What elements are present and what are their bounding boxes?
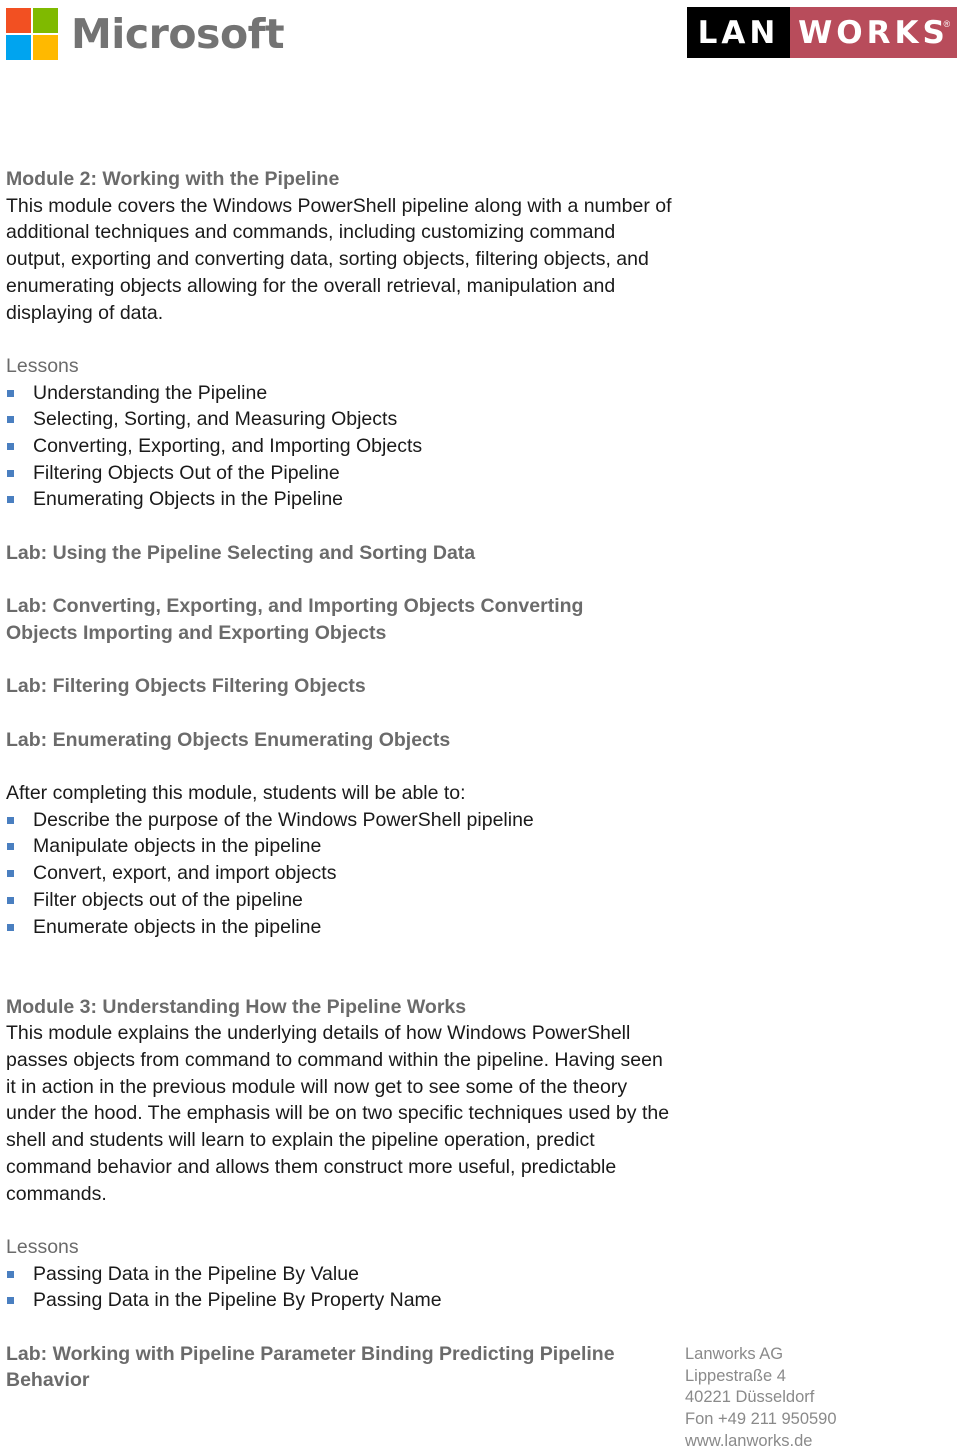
module3-lessons-label: Lessons bbox=[6, 1235, 79, 1258]
module2-description: This module covers the Windows PowerShel… bbox=[6, 194, 672, 324]
list-item: Enumerating Objects in the Pipeline bbox=[6, 486, 686, 513]
module3-lessons-list: Passing Data in the Pipeline By Value Pa… bbox=[6, 1261, 686, 1314]
list-item: Enumerate objects in the pipeline bbox=[6, 914, 686, 941]
list-item: Passing Data in the Pipeline By Property… bbox=[6, 1287, 686, 1314]
module2-outcomes-list: Describe the purpose of the Windows Powe… bbox=[6, 807, 686, 941]
company-city: 40221 Düsseldorf bbox=[685, 1388, 815, 1407]
list-item: Describe the purpose of the Windows Powe… bbox=[6, 807, 686, 834]
document-body: Module 2: Working with the Pipeline This… bbox=[6, 166, 686, 1394]
module3-title: Module 3: Understanding How the Pipeline… bbox=[6, 995, 467, 1018]
module2-lab-1: Lab: Using the Pipeline Selecting and So… bbox=[6, 541, 476, 564]
module2-lessons-list: Understanding the Pipeline Selecting, So… bbox=[6, 380, 686, 514]
company-phone: Fon +49 211 950590 bbox=[685, 1410, 837, 1429]
list-item: Understanding the Pipeline bbox=[6, 380, 686, 407]
microsoft-logo-icon bbox=[6, 8, 58, 60]
list-item: Converting, Exporting, and Importing Obj… bbox=[6, 433, 686, 460]
company-street: Lippestraße 4 bbox=[685, 1366, 786, 1385]
lanworks-logo-left: LAN bbox=[697, 14, 780, 51]
module2-outcomes-intro: After completing this module, students w… bbox=[6, 782, 466, 805]
module2-lab-2: Lab: Converting, Exporting, and Importin… bbox=[6, 595, 584, 644]
list-item: Convert, export, and import objects bbox=[6, 860, 686, 887]
module3-description: This module explains the underlying deta… bbox=[6, 1022, 670, 1205]
list-item: Filtering Objects Out of the Pipeline bbox=[6, 460, 686, 487]
module2-lessons-label: Lessons bbox=[6, 354, 79, 377]
module2-title: Module 2: Working with the Pipeline bbox=[6, 168, 340, 190]
lanworks-logo-right: WORKS bbox=[798, 14, 949, 51]
list-item: Selecting, Sorting, and Measuring Object… bbox=[6, 406, 686, 433]
module2-lab-3: Lab: Filtering Objects Filtering Objects bbox=[6, 675, 366, 698]
company-address: Lanworks AG Lippestraße 4 40221 Düsseldo… bbox=[685, 1344, 837, 1453]
list-item: Manipulate objects in the pipeline bbox=[6, 833, 686, 860]
company-name: Lanworks AG bbox=[685, 1345, 784, 1363]
list-item: Filter objects out of the pipeline bbox=[6, 887, 686, 914]
module2-lab-4: Lab: Enumerating Objects Enumerating Obj… bbox=[6, 728, 451, 751]
company-website[interactable]: www.lanworks.de bbox=[685, 1431, 837, 1453]
lanworks-logo: LAN WORKS ® bbox=[687, 7, 957, 58]
list-item: Passing Data in the Pipeline By Value bbox=[6, 1261, 686, 1288]
module3-lab-1: Lab: Working with Pipeline Parameter Bin… bbox=[6, 1342, 615, 1392]
microsoft-logo-text: Microsoft bbox=[71, 10, 285, 58]
registered-mark: ® bbox=[943, 19, 950, 29]
microsoft-logo: Microsoft bbox=[6, 8, 285, 60]
